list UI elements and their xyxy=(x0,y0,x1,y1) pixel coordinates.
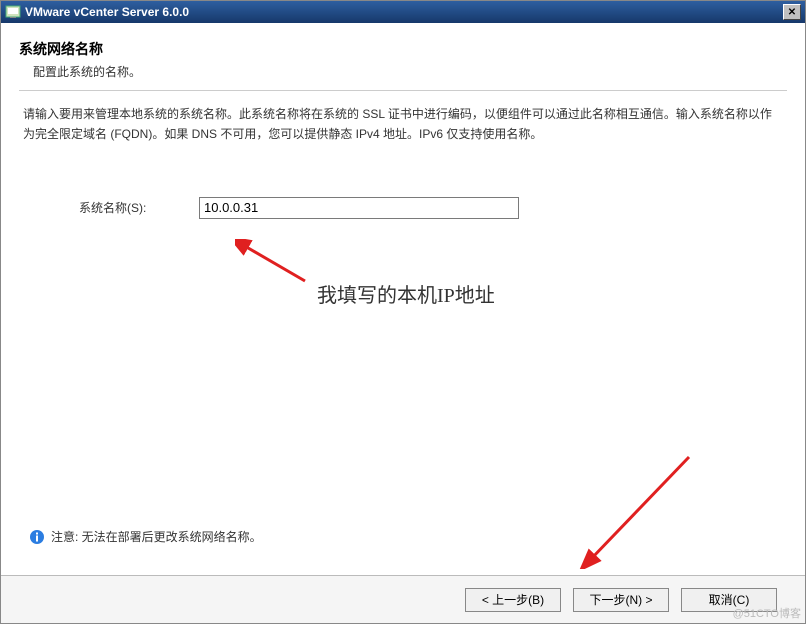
content-area: 系统网络名称 配置此系统的名称。 请输入要用来管理本地系统的系统名称。此系统名称… xyxy=(1,23,805,219)
system-name-input[interactable] xyxy=(199,197,519,219)
info-icon xyxy=(29,529,45,545)
heading-divider xyxy=(19,90,787,91)
footer-bar: < 上一步(B) 下一步(N) > 取消(C) xyxy=(1,575,805,623)
instruction-text: 请输入要用来管理本地系统的系统名称。此系统名称将在系统的 SSL 证书中进行编码… xyxy=(23,105,783,145)
window-title: VMware vCenter Server 6.0.0 xyxy=(25,5,783,19)
system-name-row: 系统名称(S): xyxy=(79,197,787,219)
page-heading: 系统网络名称 xyxy=(19,39,787,59)
notice-row: 注意: 无法在部署后更改系统网络名称。 xyxy=(29,528,262,545)
annotation-arrow-icon xyxy=(235,239,315,287)
page-subheading: 配置此系统的名称。 xyxy=(33,63,787,80)
back-button[interactable]: < 上一步(B) xyxy=(465,588,561,612)
cancel-button[interactable]: 取消(C) xyxy=(681,588,777,612)
annotation-arrow-icon xyxy=(579,449,699,569)
annotation-text: 我填写的本机IP地址 xyxy=(317,279,495,308)
system-name-label: 系统名称(S): xyxy=(79,199,199,216)
app-icon xyxy=(5,4,21,20)
notice-text: 注意: 无法在部署后更改系统网络名称。 xyxy=(51,528,262,545)
installer-window: VMware vCenter Server 6.0.0 ✕ 系统网络名称 配置此… xyxy=(0,0,806,624)
close-button[interactable]: ✕ xyxy=(783,4,801,20)
next-button[interactable]: 下一步(N) > xyxy=(573,588,669,612)
titlebar: VMware vCenter Server 6.0.0 ✕ xyxy=(1,1,805,23)
